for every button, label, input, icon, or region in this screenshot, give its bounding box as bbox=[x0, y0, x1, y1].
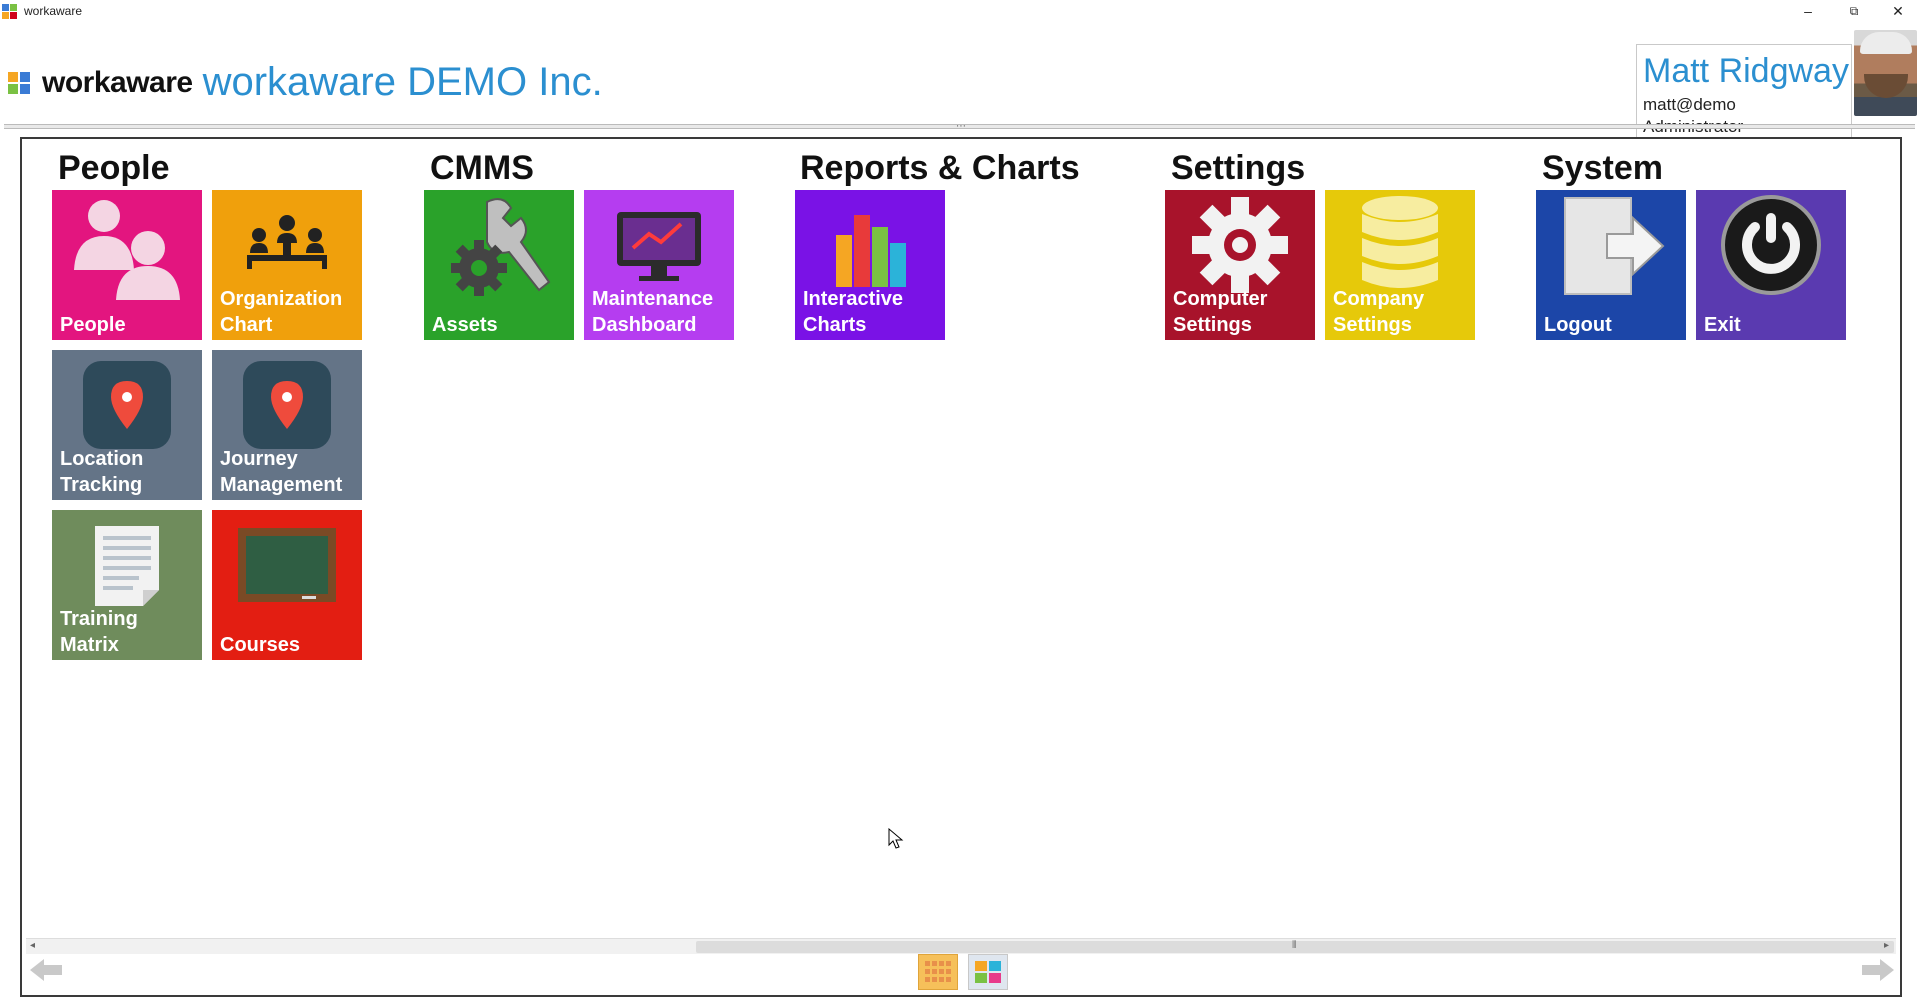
tile-people[interactable]: People bbox=[52, 190, 202, 340]
tile-journey-management[interactable]: Journey Management bbox=[212, 350, 362, 500]
header-splitter[interactable]: ⋯ bbox=[4, 122, 1915, 132]
scroll-thumb-grip-icon: ⦀ bbox=[1292, 940, 1297, 951]
bar-chart-icon bbox=[795, 190, 945, 300]
wrench-gear-icon bbox=[424, 190, 574, 300]
group-title-reports-charts: Reports & Charts bbox=[800, 149, 1080, 187]
arrow-left-icon bbox=[30, 959, 62, 981]
window-titlebar: workaware bbox=[0, 0, 1919, 22]
brand-name: workaware bbox=[42, 65, 193, 99]
power-icon bbox=[1696, 190, 1846, 300]
mouse-cursor-icon bbox=[888, 828, 904, 849]
workaware-logo: workaware workaware DEMO Inc. bbox=[8, 60, 603, 105]
previous-page-button[interactable] bbox=[26, 954, 66, 986]
app-icon bbox=[2, 4, 17, 19]
arrow-right-icon bbox=[1862, 959, 1894, 981]
database-icon bbox=[1325, 190, 1475, 300]
horizontal-scrollbar[interactable]: ◂ ⦀ ▸ bbox=[26, 938, 1896, 954]
small-grid-icon bbox=[925, 961, 951, 982]
logout-icon bbox=[1536, 190, 1686, 300]
tile-maintenance-dashboard[interactable]: Maintenance Dashboard bbox=[584, 190, 734, 340]
tile-location-tracking[interactable]: Location Tracking bbox=[52, 350, 202, 500]
group-title-cmms: CMMS bbox=[430, 149, 534, 187]
map-pin-icon bbox=[52, 350, 202, 460]
scroll-left-arrow-icon[interactable]: ◂ bbox=[30, 940, 35, 951]
next-page-button[interactable] bbox=[1858, 954, 1898, 986]
restore-button[interactable]: ⧉ bbox=[1832, 0, 1876, 22]
scroll-right-arrow-icon[interactable]: ▸ bbox=[1884, 940, 1889, 951]
app-header: workaware workaware DEMO Inc. Matt Ridgw… bbox=[0, 22, 1919, 142]
map-pin-icon bbox=[212, 350, 362, 460]
group-title-system: System bbox=[1542, 149, 1663, 187]
tile-interactive-charts[interactable]: Interactive Charts bbox=[795, 190, 945, 340]
tile-computer-settings[interactable]: Computer Settings bbox=[1165, 190, 1315, 340]
company-name: workaware DEMO Inc. bbox=[202, 60, 603, 104]
group-title-people: People bbox=[58, 149, 170, 187]
tile-assets[interactable]: Assets bbox=[424, 190, 574, 340]
tile-exit[interactable]: Exit bbox=[1696, 190, 1846, 340]
tile-training-matrix[interactable]: Training Matrix bbox=[52, 510, 202, 660]
avatar[interactable] bbox=[1854, 30, 1917, 116]
tile-logout[interactable]: Logout bbox=[1536, 190, 1686, 340]
gear-icon bbox=[1165, 190, 1315, 300]
logo-mark-icon bbox=[8, 71, 30, 94]
user-name: Matt Ridgway bbox=[1643, 52, 1849, 90]
large-grid-icon bbox=[975, 961, 1001, 983]
chalkboard-icon bbox=[212, 510, 362, 620]
org-chart-icon bbox=[212, 190, 362, 300]
hard-hat-icon bbox=[1860, 32, 1912, 54]
tile-courses[interactable]: Courses bbox=[212, 510, 362, 660]
monitor-chart-icon bbox=[584, 190, 734, 300]
large-tiles-view-button[interactable] bbox=[968, 954, 1008, 990]
people-icon bbox=[52, 190, 202, 300]
window-title: workaware bbox=[24, 4, 83, 18]
small-tiles-view-button[interactable] bbox=[918, 954, 958, 990]
user-email: matt@demo bbox=[1643, 95, 1736, 114]
tile-panel: People People Organization Chart Locatio… bbox=[20, 137, 1902, 997]
tile-organization-chart[interactable]: Organization Chart bbox=[212, 190, 362, 340]
minimize-button[interactable]: – bbox=[1786, 0, 1830, 22]
close-button[interactable]: ✕ bbox=[1876, 0, 1919, 22]
group-title-settings: Settings bbox=[1171, 149, 1306, 187]
tile-company-settings[interactable]: Company Settings bbox=[1325, 190, 1475, 340]
document-icon bbox=[52, 510, 202, 620]
